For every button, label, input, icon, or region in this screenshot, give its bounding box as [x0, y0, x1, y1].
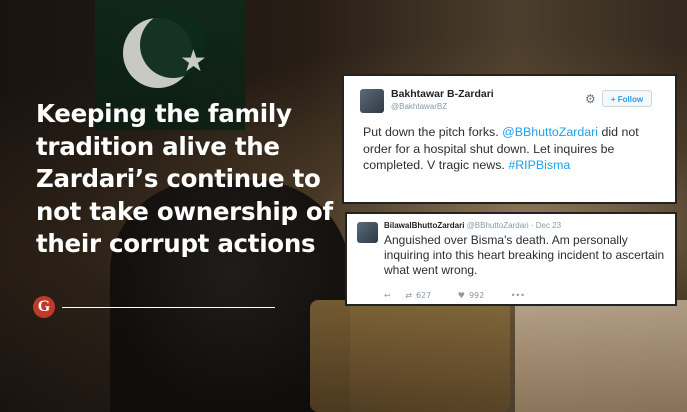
retweet-action[interactable]: ⇄ 627 — [405, 291, 443, 300]
retweet-icon: ⇄ — [405, 291, 412, 300]
gear-icon[interactable]: ⚙ — [585, 92, 596, 106]
mention-link[interactable]: @BBhuttoZardari — [502, 125, 598, 139]
retweet-count: 627 — [415, 291, 432, 300]
hashtag-link[interactable]: #RIPBisma — [508, 158, 570, 172]
headline: Keeping the family tradition alive the Z… — [36, 98, 336, 261]
headline-line: not take ownership of — [36, 196, 333, 226]
separator: · — [528, 221, 536, 230]
tweet-text: Put down the pitch forks. @BBhuttoZardar… — [363, 124, 663, 174]
reply-icon[interactable]: ↩ — [384, 291, 391, 300]
like-count: 992 — [468, 291, 485, 300]
heart-icon: ♥ — [457, 291, 465, 300]
tweet-author-handle[interactable]: @BBhuttoZardari — [467, 221, 529, 230]
tweet-text-part: Put down the pitch forks. — [363, 125, 503, 139]
headline-line: tradition alive the — [36, 131, 280, 161]
follow-button[interactable]: + Follow — [602, 90, 652, 107]
more-icon[interactable]: ••• — [511, 291, 525, 300]
divider — [62, 307, 275, 308]
brand-logo: G — [33, 296, 55, 318]
avatar[interactable] — [357, 222, 378, 243]
headline-line: Keeping the family — [36, 99, 292, 128]
tweet-card-bakhtawar: Bakhtawar B-Zardari @BakhtawarBZ ⚙ + Fol… — [342, 74, 677, 204]
like-action[interactable]: ♥ 992 — [458, 291, 496, 300]
follow-label: Follow — [617, 95, 644, 104]
star-icon: ★ — [180, 44, 207, 79]
avatar[interactable] — [360, 89, 384, 113]
headline-line: their corrupt actions — [36, 229, 316, 258]
tweet-card-bilawal: BilawalBhuttoZardari @BBhuttoZardari · D… — [345, 212, 677, 306]
headline-line: Zardari’s continue to — [36, 164, 321, 193]
tweet-author-name[interactable]: Bakhtawar B-Zardari — [391, 88, 494, 100]
tweet-text: Anguished over Bisma's death. Am persona… — [384, 233, 665, 277]
sofa — [310, 300, 510, 412]
add-user-icon: + — [610, 95, 616, 104]
tweet-date[interactable]: Dec 23 — [536, 221, 561, 230]
tweet-header: BilawalBhuttoZardari @BBhuttoZardari · D… — [384, 221, 561, 230]
tweet-author-handle[interactable]: @BakhtawarBZ — [391, 102, 447, 111]
chair — [515, 300, 687, 412]
tweet-actions: ↩ ⇄ 627 ♥ 992 ••• — [384, 291, 537, 300]
tweet-author-name[interactable]: BilawalBhuttoZardari — [384, 221, 464, 230]
